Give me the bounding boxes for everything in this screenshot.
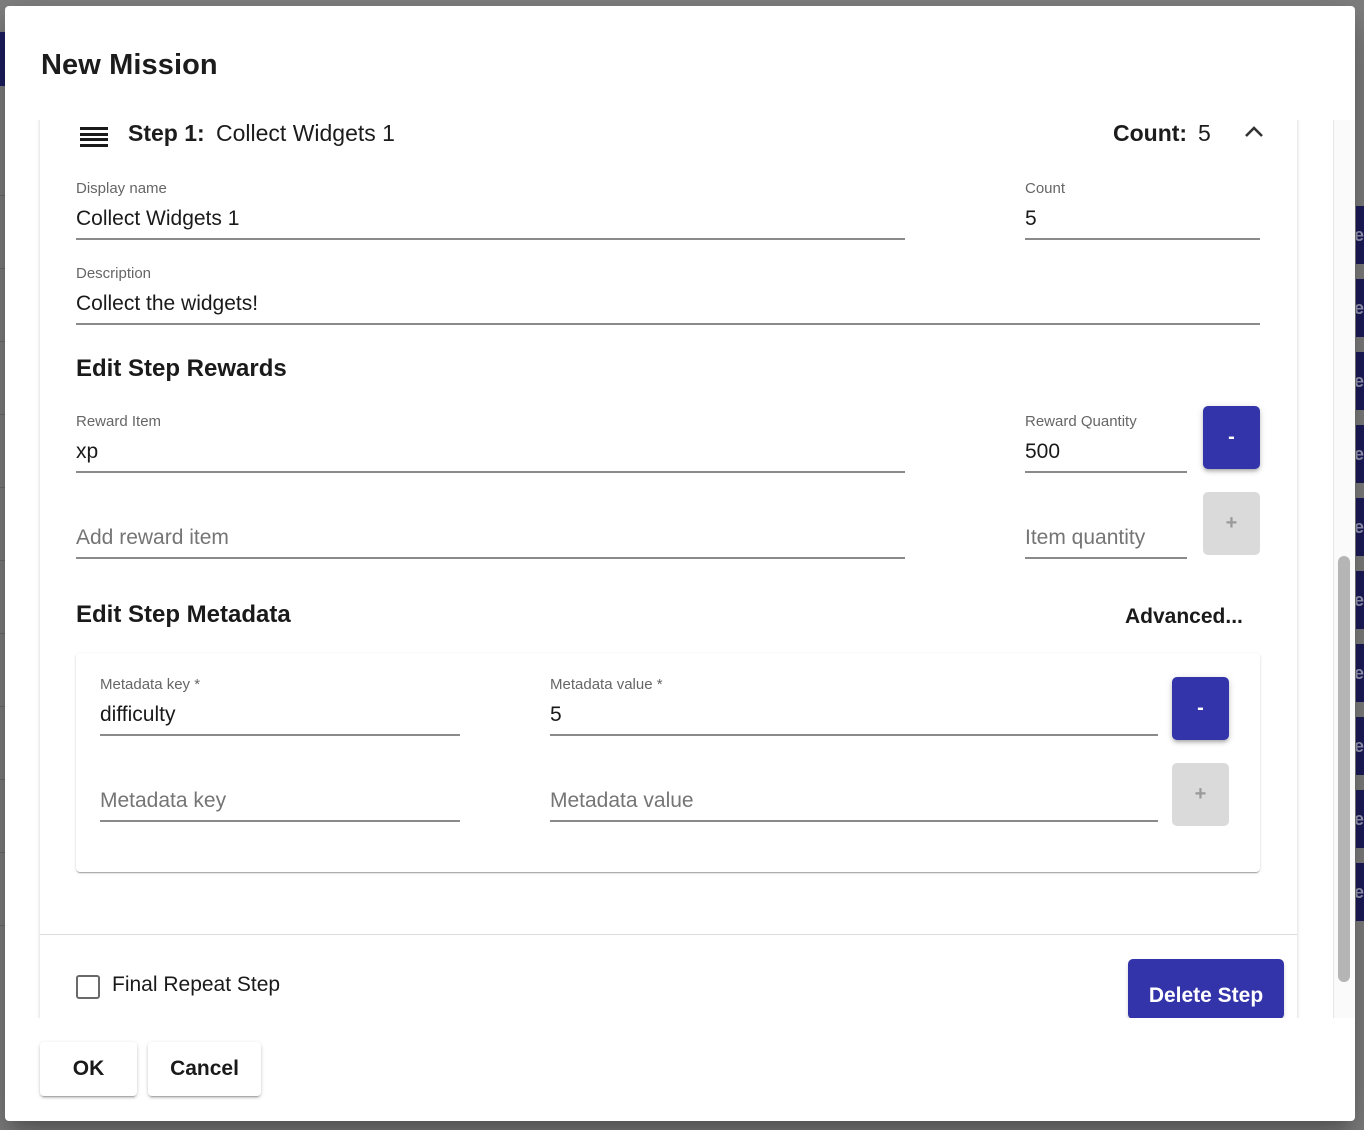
item-quantity-field <box>1025 499 1187 559</box>
background-button: e <box>1356 644 1364 702</box>
ok-button[interactable]: OK <box>40 1042 137 1096</box>
final-repeat-step-label: Final Repeat Step <box>112 973 281 996</box>
new-metadata-value-field <box>550 762 1158 822</box>
field-underline <box>1025 557 1187 559</box>
cancel-button[interactable]: Cancel <box>148 1042 261 1096</box>
step-panel: Step 1: Collect Widgets 1 Count: 5 Displ… <box>40 120 1297 1018</box>
field-underline <box>550 734 1158 736</box>
drag-handle-icon[interactable] <box>80 127 108 147</box>
display-name-input[interactable] <box>76 204 905 234</box>
step-count-label: Count: <box>1113 120 1188 146</box>
reward-quantity-input[interactable] <box>1025 437 1187 467</box>
step-number-label: Step 1: <box>128 120 205 146</box>
edit-step-metadata-heading: Edit Step Metadata <box>76 601 291 628</box>
dialog-title: New Mission <box>41 49 218 81</box>
field-underline <box>100 820 460 822</box>
step-panel-header[interactable]: Step 1: Collect Widgets 1 Count: 5 <box>40 120 1297 150</box>
add-reward-button[interactable]: + <box>1203 492 1260 555</box>
checkbox-box[interactable] <box>76 975 100 999</box>
background-button: e <box>1356 498 1364 556</box>
field-underline <box>100 734 460 736</box>
reward-quantity-field: Reward Quantity <box>1025 413 1187 473</box>
chevron-up-icon[interactable] <box>1244 124 1264 138</box>
background-button: e <box>1356 352 1364 410</box>
metadata-key-label: Metadata key * <box>100 676 201 693</box>
advanced-button[interactable]: Advanced... <box>1125 605 1243 629</box>
background-button: e <box>1356 863 1364 921</box>
field-underline <box>1025 238 1260 240</box>
edit-step-rewards-heading: Edit Step Rewards <box>76 355 287 382</box>
field-underline <box>550 820 1158 822</box>
new-mission-dialog: New Mission Step 1: Collect Widgets 1 Co… <box>5 6 1355 1121</box>
metadata-value-field: Metadata value * <box>550 676 1158 736</box>
background-button: e <box>1356 425 1364 483</box>
description-label: Description <box>76 265 152 282</box>
field-underline <box>76 323 1260 325</box>
dialog-content-scroll: Step 1: Collect Widgets 1 Count: 5 Displ… <box>5 120 1355 1018</box>
new-metadata-key-input[interactable] <box>100 786 460 816</box>
remove-reward-button[interactable]: - <box>1203 406 1260 469</box>
reward-item-input[interactable] <box>76 437 905 467</box>
reward-item-field: Reward Item <box>76 413 905 473</box>
metadata-key-field: Metadata key * <box>100 676 460 736</box>
display-name-label: Display name <box>76 180 167 197</box>
description-field: Description <box>76 265 1260 325</box>
field-underline <box>76 238 905 240</box>
reward-item-label: Reward Item <box>76 413 162 430</box>
background-button: e <box>1356 571 1364 629</box>
metadata-value-label: Metadata value * <box>550 676 663 693</box>
metadata-card: Metadata key * Metadata value * - <box>76 653 1260 872</box>
field-underline <box>1025 471 1187 473</box>
background-button: e <box>1356 279 1364 337</box>
metadata-key-input[interactable] <box>100 700 460 730</box>
reward-quantity-label: Reward Quantity <box>1025 413 1137 430</box>
new-metadata-key-field <box>100 762 460 822</box>
step-panel-divider <box>40 934 1297 935</box>
count-field: Count <box>1025 180 1260 240</box>
count-field-label: Count <box>1025 180 1066 197</box>
field-underline <box>76 471 905 473</box>
delete-step-button[interactable]: Delete Step <box>1128 959 1284 1018</box>
remove-metadata-button[interactable]: - <box>1172 677 1229 740</box>
metadata-value-input[interactable] <box>550 700 1158 730</box>
step-title: Collect Widgets 1 <box>216 120 395 146</box>
background-button: e <box>1356 790 1364 848</box>
background-button: e <box>1356 206 1364 264</box>
add-reward-item-field <box>76 499 905 559</box>
item-quantity-input[interactable] <box>1025 523 1187 553</box>
new-metadata-value-input[interactable] <box>550 786 1158 816</box>
add-reward-item-input[interactable] <box>76 523 905 553</box>
scrollbar-thumb[interactable] <box>1338 556 1350 982</box>
add-metadata-button[interactable]: + <box>1172 763 1229 826</box>
display-name-field: Display name <box>76 180 905 240</box>
background-button: e <box>1356 717 1364 775</box>
step-count-value: 5 <box>1198 120 1211 146</box>
count-input[interactable] <box>1025 204 1260 234</box>
description-input[interactable] <box>76 289 1260 319</box>
field-underline <box>76 557 905 559</box>
